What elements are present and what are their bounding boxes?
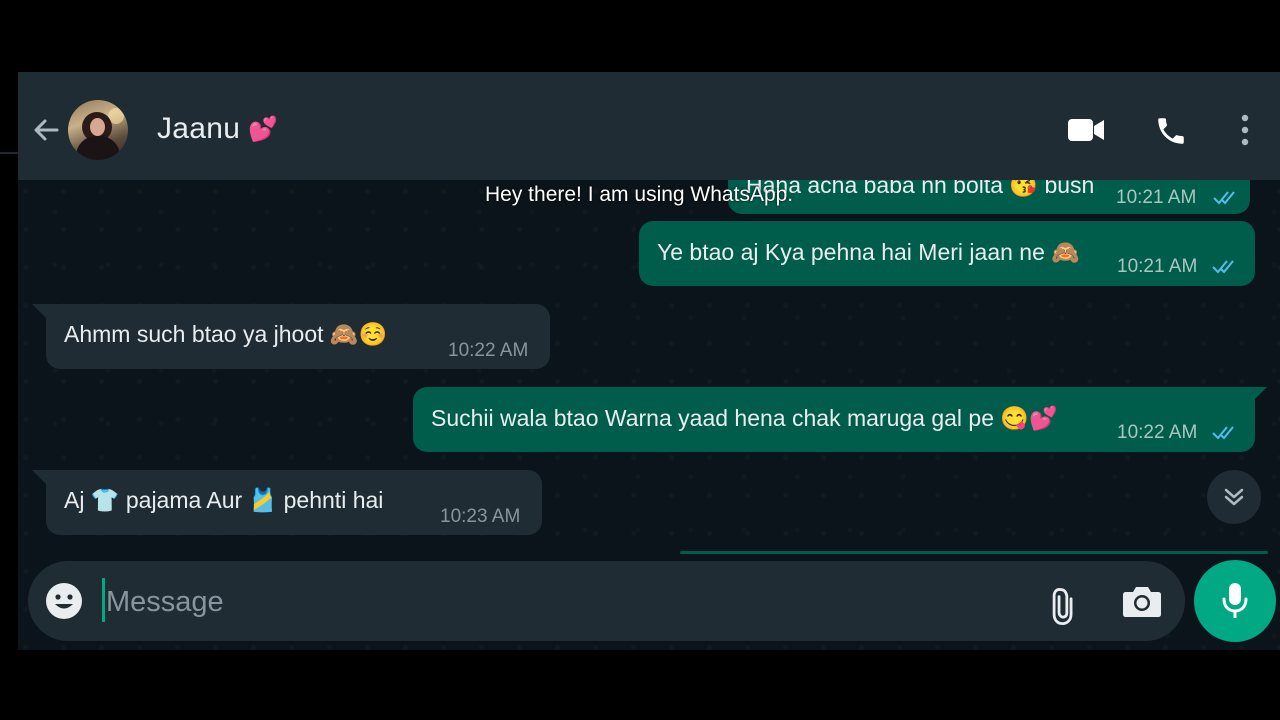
- contact-name-text: Jaanu: [157, 112, 241, 145]
- contact-avatar[interactable]: [68, 100, 128, 160]
- message-time: 10:22 AM: [448, 340, 529, 361]
- message-input[interactable]: [104, 573, 1008, 631]
- emoji-icon[interactable]: [44, 581, 84, 621]
- message-bubble-outgoing[interactable]: Suchii wala btao Warna yaad hena chak ma…: [413, 387, 1255, 452]
- message-text: Aj 👕 pajama Aur 🎽 pehnti hai: [64, 487, 384, 513]
- message-bubble-outgoing[interactable]: Ye btao aj Kya pehna hai Meri jaan ne 🙈 …: [639, 221, 1255, 286]
- scroll-to-bottom-button[interactable]: [1207, 470, 1261, 524]
- more-vertical-icon: [1241, 114, 1249, 146]
- double-chevron-down-icon: [1224, 488, 1244, 506]
- bubble-tail: [1253, 387, 1267, 401]
- message-time: 10:21 AM: [1116, 187, 1197, 208]
- message-text: Suchii wala btao Warna yaad hena chak ma…: [431, 405, 1058, 431]
- read-ticks-icon: [1212, 260, 1234, 274]
- contact-name-emoji: 💕: [248, 115, 279, 143]
- video-call-icon: [1068, 119, 1104, 141]
- video-call-button[interactable]: [1066, 112, 1106, 148]
- bottom-letterbox: [0, 650, 1280, 720]
- back-button[interactable]: [28, 112, 64, 148]
- message-text: Ahmm such btao ya jhoot 🙈☺️: [64, 321, 388, 347]
- chat-header: Jaanu 💕: [18, 72, 1280, 180]
- voice-call-icon: [1158, 118, 1184, 144]
- voice-call-button[interactable]: [1152, 112, 1190, 150]
- read-ticks-icon: [1213, 191, 1235, 205]
- paperclip-icon[interactable]: [1042, 581, 1086, 625]
- contact-status-text: Hey there! I am using WhatsApp.: [485, 183, 794, 206]
- message-bubble-incoming[interactable]: Ahmm such btao ya jhoot 🙈☺️ 10:22 AM: [46, 304, 550, 369]
- left-letterbox: [0, 72, 18, 650]
- message-composer: [28, 561, 1185, 641]
- microphone-icon: [1222, 583, 1248, 618]
- arrow-left-icon: [34, 119, 59, 141]
- voice-message-button[interactable]: [1194, 560, 1276, 642]
- partial-message-edge: [680, 551, 1268, 554]
- contact-name[interactable]: Jaanu 💕: [157, 112, 278, 146]
- message-time: 10:22 AM: [1117, 422, 1198, 443]
- top-letterbox: [0, 0, 1280, 72]
- camera-icon[interactable]: [1122, 583, 1162, 619]
- message-time: 10:23 AM: [440, 506, 521, 527]
- bubble-tail: [32, 470, 46, 484]
- chat-window: Haha acha baba nh bolta 😘 bush 10:21 AM …: [18, 72, 1280, 650]
- read-ticks-icon: [1212, 426, 1234, 440]
- message-text: Ye btao aj Kya pehna hai Meri jaan ne 🙈: [657, 239, 1080, 265]
- message-time: 10:21 AM: [1117, 256, 1198, 277]
- bubble-tail: [32, 304, 46, 318]
- more-options-button[interactable]: [1230, 112, 1260, 148]
- message-bubble-incoming[interactable]: Aj 👕 pajama Aur 🎽 pehnti hai 10:23 AM: [46, 470, 542, 535]
